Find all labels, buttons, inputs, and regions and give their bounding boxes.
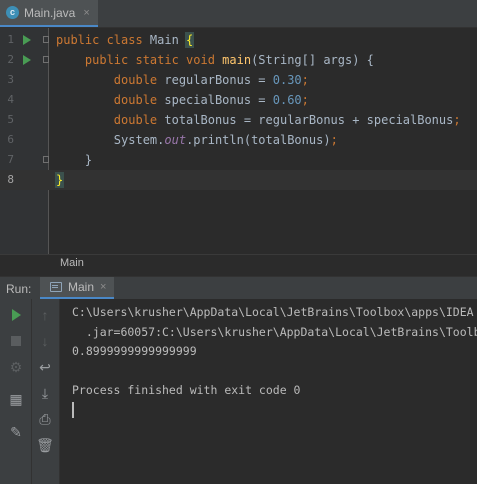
tab-label: Main.java <box>24 5 76 20</box>
code-token: ; <box>301 93 309 107</box>
code-text: System.out.println(totalBonus); <box>56 130 338 150</box>
code-text: public class Main { <box>56 30 195 50</box>
fold-icon[interactable] <box>43 36 49 43</box>
code-token: ; <box>453 113 461 127</box>
stop-button[interactable] <box>6 331 26 351</box>
code-token: ; <box>330 133 338 147</box>
pin-button[interactable]: ✎ <box>6 422 26 442</box>
code-line[interactable]: 8} <box>0 170 477 190</box>
run-gutter-icon[interactable] <box>23 35 31 45</box>
run-gutter-icon[interactable] <box>23 55 31 65</box>
run-tool-window: ⚙ ▦ ✎ ↑ ↓ ↩ ⤓ ⎙ 🗑 C:\Users\krusher\AppDa… <box>0 299 477 484</box>
line-number[interactable]: 6 <box>0 130 14 150</box>
console-line: 0.8999999999999999 <box>72 344 197 358</box>
code-editor[interactable]: 1 public class Main {2 public static void… <box>0 28 477 254</box>
scroll-down-button[interactable]: ↓ <box>35 331 55 351</box>
code-line[interactable]: 4 double specialBonus = 0.60; <box>0 90 477 110</box>
code-token: main <box>222 53 252 67</box>
code-token: { <box>185 32 195 48</box>
code-token: .println(totalBonus) <box>186 133 331 147</box>
editor-tab-bar: c Main.java × <box>0 0 477 28</box>
code-text: double regularBonus = 0.30; <box>56 70 309 90</box>
code-token: out <box>164 133 187 147</box>
code-token: specialBonus = <box>164 93 273 107</box>
code-line[interactable]: 1 public class Main { <box>0 30 477 50</box>
code-line[interactable]: 2 public static void main(String[] args)… <box>0 50 477 70</box>
clear-button[interactable]: 🗑 <box>35 435 55 455</box>
console-caret <box>72 402 74 418</box>
stop-icon <box>11 336 21 346</box>
breadcrumb-item[interactable]: Main <box>60 257 84 269</box>
console-line: Process finished with exit code 0 <box>72 383 301 397</box>
code-text: double specialBonus = 0.60; <box>56 90 309 110</box>
code-line[interactable]: 5 double totalBonus = regularBonus + spe… <box>0 110 477 130</box>
code-token: double <box>56 73 165 87</box>
run-tool-window-header: Run: Main × <box>0 276 477 300</box>
run-title: Run: <box>6 282 32 296</box>
fold-icon[interactable] <box>43 156 49 163</box>
soft-wrap-button[interactable]: ↩ <box>35 357 55 377</box>
code-text: } <box>54 170 65 190</box>
code-token: public class <box>56 33 150 47</box>
line-number[interactable]: 7 <box>0 150 14 170</box>
layout-button[interactable]: ▦ <box>6 389 26 409</box>
soft-wrap-icon: ↩ <box>39 359 51 375</box>
run-toolbar-left: ⚙ ▦ ✎ <box>0 299 32 484</box>
console-line: .jar=60057:C:\Users\krusher\AppData\Loca… <box>72 324 477 339</box>
print-button[interactable]: ⎙ <box>35 409 55 429</box>
run-tab-main[interactable]: Main × <box>40 277 115 299</box>
line-number[interactable]: 1 <box>0 30 14 50</box>
line-number[interactable]: 2 <box>0 50 14 70</box>
print-icon: ⎙ <box>39 411 51 427</box>
console-icon <box>50 282 62 292</box>
code-text: } <box>56 150 92 170</box>
breadcrumb: Main <box>0 254 477 273</box>
trash-icon: 🗑 <box>36 437 54 453</box>
code-text: double totalBonus = regularBonus + speci… <box>56 110 461 130</box>
ide-window: c Main.java × 1 public class Main {2 publ… <box>0 0 477 484</box>
code-line[interactable]: 3 double regularBonus = 0.30; <box>0 70 477 90</box>
code-text: public static void main(String[] args) { <box>56 50 374 70</box>
line-number[interactable]: 8 <box>0 170 14 190</box>
play-icon <box>11 309 21 321</box>
tab-main-java[interactable]: c Main.java × <box>0 0 98 27</box>
line-number[interactable]: 4 <box>0 90 14 110</box>
code-token: ; <box>301 73 309 87</box>
code-line[interactable]: 6 System.out.println(totalBonus); <box>0 130 477 150</box>
line-number[interactable]: 5 <box>0 110 14 130</box>
code-token: System. <box>56 133 165 147</box>
run-tab-label: Main <box>68 280 95 294</box>
settings-button[interactable]: ⚙ <box>6 357 26 377</box>
scroll-to-end-icon: ⤓ <box>41 385 49 401</box>
code-token: } <box>54 172 65 188</box>
line-number[interactable]: 3 <box>0 70 14 90</box>
rerun-button[interactable] <box>6 305 26 325</box>
pin-icon: ✎ <box>10 424 22 440</box>
java-class-icon: c <box>6 6 19 19</box>
scroll-up-button[interactable]: ↑ <box>35 305 55 325</box>
close-icon[interactable]: × <box>100 281 106 293</box>
arrow-down-icon: ↓ <box>41 333 49 349</box>
code-token: double <box>56 113 165 127</box>
scroll-to-end-button[interactable]: ⤓ <box>35 383 55 403</box>
arrow-up-icon: ↑ <box>41 307 49 323</box>
code-token: } <box>56 153 93 167</box>
run-toolbar-right: ↑ ↓ ↩ ⤓ ⎙ 🗑 <box>32 299 60 484</box>
console-output[interactable]: C:\Users\krusher\AppData\Local\JetBrains… <box>72 303 477 401</box>
code-token: double <box>56 93 165 107</box>
code-line[interactable]: 7 } <box>0 150 477 170</box>
code-token: 0.60 <box>272 93 302 107</box>
close-icon[interactable]: × <box>83 7 89 19</box>
code-token: (String[] args) { <box>251 53 374 67</box>
gear-icon: ⚙ <box>9 359 23 375</box>
code-token: totalBonus = regularBonus + specialBonus <box>164 113 454 127</box>
code-token: regularBonus = <box>164 73 273 87</box>
code-token: 0.30 <box>272 73 302 87</box>
console-line: C:\Users\krusher\AppData\Local\JetBrains… <box>72 305 474 319</box>
fold-icon[interactable] <box>43 56 49 63</box>
code-token: Main <box>149 33 187 47</box>
layout-icon: ▦ <box>9 391 23 407</box>
code-token: public static void <box>56 53 223 67</box>
